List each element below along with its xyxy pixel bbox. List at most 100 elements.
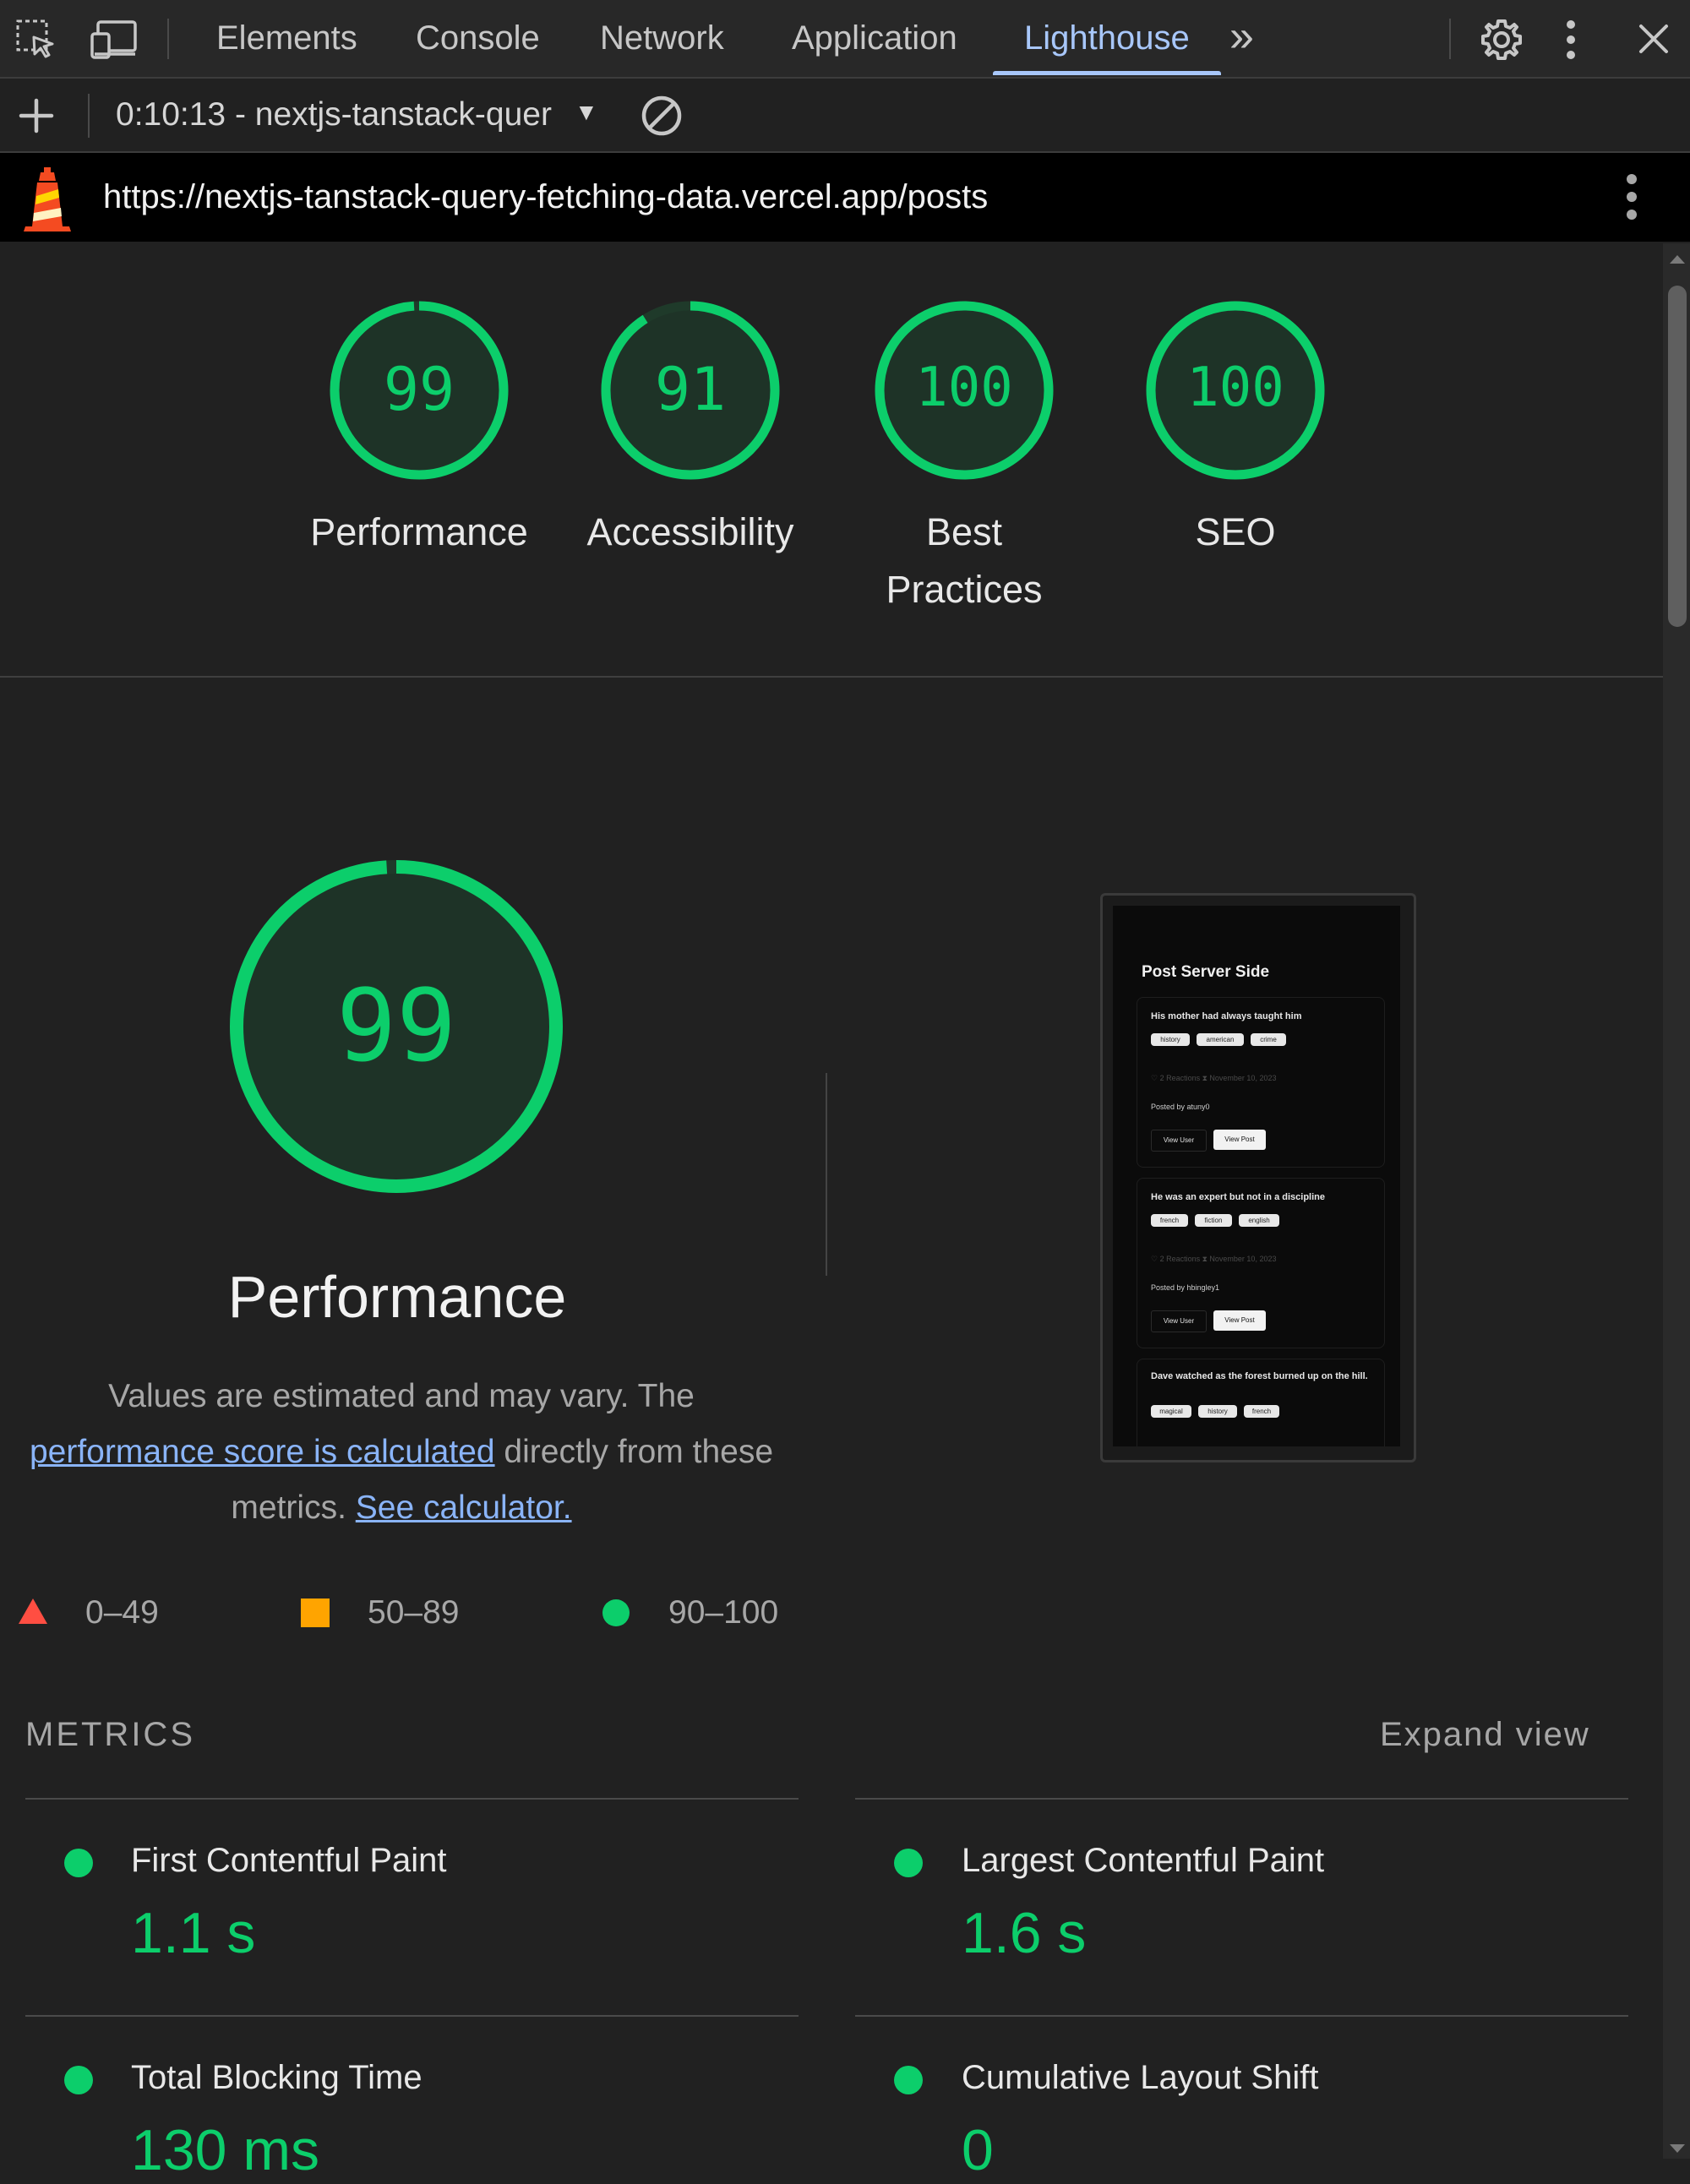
thumb-view-post-button: View Post (1213, 1310, 1266, 1331)
pass-circle-icon (64, 2066, 93, 2094)
metrics-heading: METRICS (25, 1716, 195, 1753)
thumb-page-title: Post Server Side (1142, 963, 1270, 981)
score-value: 100 (915, 357, 1013, 419)
thumb-post-heading: He was an expert but not in a discipline (1151, 1192, 1325, 1202)
gauge-performance[interactable]: 99 (326, 297, 512, 483)
metric-value: 1.6 s (962, 1901, 1087, 1965)
close-icon[interactable] (1638, 23, 1670, 55)
more-tabs-button[interactable]: » (1229, 0, 1254, 77)
inspect-element-icon[interactable] (15, 19, 57, 61)
toolbar-separator (1449, 19, 1451, 59)
chevron-down-icon[interactable]: ▼ (575, 79, 598, 146)
metric-name: Largest Contentful Paint (962, 1842, 1325, 1879)
scroll-down-arrow-icon[interactable] (1668, 2143, 1687, 2154)
thumb-view-post-button: View Post (1213, 1130, 1266, 1150)
clear-block-icon[interactable] (640, 94, 684, 138)
scrollbar-thumb[interactable] (1668, 286, 1687, 627)
thumb-tag: history (1198, 1405, 1237, 1418)
performance-score: 99 (335, 967, 457, 1084)
performance-description: Values are estimated and may vary. The p… (8, 1369, 794, 1536)
metric-divider (25, 1798, 799, 1800)
active-tab-indicator (993, 71, 1221, 75)
desc-text: metrics. (231, 1490, 346, 1526)
metric-value: 130 ms (131, 2118, 319, 2182)
lighthouse-logo-icon (24, 167, 71, 231)
toolbar-separator (167, 19, 169, 59)
thumb-view-user-button: View User (1151, 1130, 1207, 1152)
score-value: 99 (383, 355, 455, 424)
scroll-up-arrow-icon[interactable] (1668, 253, 1687, 265)
score-label[interactable]: SEO (1104, 504, 1367, 561)
gauge-seo[interactable]: 100 (1142, 297, 1328, 483)
thumbnail-page: Post Server Side His mother had always t… (1113, 906, 1400, 1446)
pass-circle-icon (602, 1599, 630, 1626)
thumb-post-meta: ♡ 2 Reactions ⧗ November 10, 2023 (1151, 1255, 1277, 1263)
thumb-post-meta: ♡ 2 Reactions ⧗ November 10, 2023 (1151, 1074, 1277, 1082)
devtools-tab-bar: Elements Console Network Application Lig… (0, 0, 1690, 79)
report-url-bar: https://nextjs-tanstack-query-fetching-d… (0, 153, 1690, 242)
fail-triangle-icon (19, 1599, 47, 1624)
thumb-post-heading: His mother had always taught him (1151, 1011, 1302, 1021)
thumb-tag: french (1151, 1214, 1188, 1227)
lighthouse-toolbar: 0:10:13 - nextjs-tanstack-quer ▼ (0, 79, 1690, 153)
tab-network[interactable]: Network (600, 0, 724, 77)
tab-elements[interactable]: Elements (216, 0, 357, 77)
tab-application[interactable]: Application (792, 0, 957, 77)
thumb-tag: english (1239, 1214, 1279, 1227)
performance-main-gauge: 99 (227, 858, 565, 1195)
metric-divider (855, 2015, 1628, 2017)
pass-circle-icon (64, 1849, 93, 1877)
report-menu-icon[interactable] (1626, 172, 1638, 221)
desc-text: Values are estimated and may vary. The (108, 1378, 695, 1414)
settings-gear-icon[interactable] (1479, 17, 1524, 63)
thumb-posted-by: Posted by atuny0 (1151, 1103, 1210, 1111)
vertical-divider (826, 1073, 827, 1276)
metric-name: First Contentful Paint (131, 1842, 447, 1879)
section-divider (0, 676, 1663, 678)
thumb-tag: history (1151, 1033, 1190, 1046)
gauge-accessibility[interactable]: 91 (597, 297, 783, 483)
desc-text: directly from these (504, 1434, 774, 1470)
metric-value: 0 (962, 2118, 994, 2182)
thumb-tag: magical (1151, 1405, 1191, 1418)
thumb-post-card: Dave watched as the forest burned up on … (1137, 1359, 1385, 1446)
thumb-view-user-button: View User (1151, 1310, 1207, 1332)
see-calculator-link[interactable]: See calculator. (356, 1490, 572, 1526)
gauge-best-practices[interactable]: 100 (871, 297, 1057, 483)
metric-name: Total Blocking Time (131, 2059, 422, 2096)
score-label[interactable]: Accessibility (559, 504, 822, 561)
thumb-tag: french (1244, 1405, 1279, 1418)
final-screenshot-thumbnail[interactable]: Post Server Side His mother had always t… (1100, 893, 1416, 1462)
score-value: 100 (1186, 357, 1284, 419)
toolbar-separator (88, 94, 90, 138)
thumb-post-card: His mother had always taught him history… (1137, 997, 1385, 1168)
metric-divider (25, 2015, 799, 2017)
report-url[interactable]: https://nextjs-tanstack-query-fetching-d… (103, 153, 988, 242)
average-square-icon (301, 1599, 330, 1627)
metric-value: 1.1 s (131, 1901, 256, 1965)
pass-circle-icon (894, 1849, 923, 1877)
thumb-post-heading: Dave watched as the forest burned up on … (1151, 1371, 1368, 1381)
device-toolbar-icon[interactable] (90, 19, 140, 61)
thumb-tag: crime (1251, 1033, 1286, 1046)
thumb-posted-by: Posted by hbingley1 (1151, 1283, 1220, 1292)
legend-range-fail: 0–49 (85, 1594, 159, 1631)
expand-view-toggle[interactable]: Expand view (1380, 1711, 1590, 1758)
tab-lighthouse[interactable]: Lighthouse (1024, 0, 1190, 77)
score-label[interactable]: Best Practices (854, 504, 1074, 618)
score-calculated-link[interactable]: performance score is calculated (30, 1434, 495, 1470)
tab-console[interactable]: Console (416, 0, 540, 77)
legend-range-average: 50–89 (368, 1594, 460, 1631)
more-options-icon[interactable] (1565, 19, 1577, 61)
performance-title: Performance (227, 1264, 567, 1330)
metric-divider (855, 1798, 1628, 1800)
thumb-post-card: He was an expert but not in a discipline… (1137, 1178, 1385, 1348)
thumb-tag: fiction (1195, 1214, 1232, 1227)
new-report-plus-icon[interactable] (19, 98, 54, 133)
pass-circle-icon (894, 2066, 923, 2094)
metric-name: Cumulative Layout Shift (962, 2059, 1319, 2096)
score-label[interactable]: Performance (287, 504, 551, 561)
legend-range-pass: 90–100 (668, 1594, 779, 1631)
report-select[interactable]: 0:10:13 - nextjs-tanstack-quer (116, 79, 569, 151)
thumb-tag: american (1197, 1033, 1244, 1046)
